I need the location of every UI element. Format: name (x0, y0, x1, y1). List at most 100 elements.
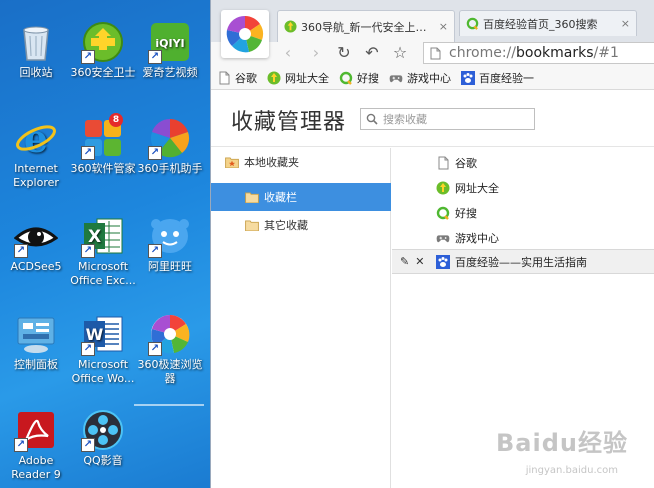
row-actions: ✎ ✕ (400, 255, 424, 268)
url-host: bookmarks (516, 45, 594, 61)
bookmark-bar-item[interactable]: 游戏中心 (389, 70, 451, 86)
back-button[interactable]: ‹ (277, 42, 299, 64)
desktop-icon-label: 360软件管家 (70, 162, 136, 175)
bookmark-bar-item[interactable]: 谷歌 (217, 70, 257, 86)
desktop-icon-label: 爱奇艺视频 (142, 66, 198, 79)
bookmark-manager-page: 收藏管理器 本地收藏夹 收藏栏 其它收藏 谷歌 (211, 91, 654, 488)
bookmark-row-hovered[interactable]: ✎ ✕ 百度经验——实用生活指南 (392, 249, 654, 274)
forward-button[interactable]: › (305, 42, 327, 64)
haosou-icon (339, 71, 353, 85)
desktop-icon-label: 控制面板 (14, 358, 58, 371)
bookmark-bar-label: 网址大全 (285, 71, 329, 85)
desktop-icon-360-phone-assistant[interactable]: ↗ 360手机助手 (134, 116, 206, 176)
tree-node-other-bookmarks[interactable]: 其它收藏 (211, 211, 391, 239)
desktop-icon-label: Microsoft Office Exc... (70, 260, 136, 287)
haosou-icon (436, 206, 450, 220)
tree-node-label: 本地收藏夹 (244, 156, 299, 169)
desktop-icon-iqiyi[interactable]: iQIYI ↗ 爱奇艺视频 (134, 20, 206, 80)
star-folder-icon (225, 156, 239, 168)
desktop-icon-word[interactable]: W ↗ Microsoft Office Wo... (67, 312, 139, 386)
acdsee-icon: ↗ (14, 214, 58, 258)
tab-360-nav[interactable]: 360导航_新一代安全上网导航 × (277, 10, 455, 42)
bookmark-bar-label: 好搜 (357, 71, 379, 85)
desktop-icon-acdsee[interactable]: ↗ ACDSee5 (0, 214, 72, 274)
shortcut-arrow-icon: ↗ (148, 50, 162, 64)
desktop-icon-360-safe[interactable]: ↗ 360安全卫士 (67, 20, 139, 80)
baidu-paw-icon (461, 70, 475, 85)
page-info-icon[interactable] (430, 47, 441, 60)
bookmark-manager-header: 收藏管理器 (211, 91, 654, 147)
bookmark-row[interactable]: 网址大全 (392, 175, 654, 200)
url-path: /#1 (593, 45, 619, 61)
update-count-badge: 8 (109, 113, 123, 127)
search-icon (366, 113, 378, 125)
desktop-icon-adobe-reader[interactable]: ↗ Adobe Reader 9 (0, 408, 72, 482)
internet-explorer-icon: e (14, 116, 58, 160)
desktop-icon-aliwangwang[interactable]: ↗ 阿里旺旺 (134, 214, 206, 274)
iqiyi-logo-text: iQIYI (155, 37, 184, 50)
tab-strip: 360导航_新一代安全上网导航 × 百度经验首页_360搜索 × (211, 0, 654, 58)
qq-player-icon: ↗ (81, 408, 125, 452)
undo-close-button[interactable]: ↶ (361, 42, 383, 64)
gamepad-icon (436, 234, 450, 242)
desktop-icon-internet-explorer[interactable]: e Internet Explorer (0, 116, 72, 190)
bookmark-star-button[interactable]: ☆ (389, 42, 411, 64)
desktop-icon-360-software-manager[interactable]: 8 ↗ 360软件管家 (67, 113, 139, 176)
tab-label: 360导航_新一代安全上网导航 (301, 20, 435, 34)
shortcut-arrow-icon: ↗ (81, 342, 95, 356)
watermark-url: jingyan.baidu.com (525, 465, 618, 476)
bookmark-bar-item[interactable]: 好搜 (339, 70, 379, 86)
desktop-icon-360-browser[interactable]: ↗ 360极速浏览器 (134, 312, 206, 386)
360-browser-logo-icon[interactable] (221, 10, 269, 58)
desktop-icon-recycle-bin[interactable]: 回收站 (0, 20, 72, 80)
desktop-icon-label: QQ影音 (83, 454, 123, 467)
360-phone-assistant-icon: ↗ (148, 116, 192, 160)
haosou-icon (466, 17, 479, 30)
tree-node-bookmarks-bar[interactable]: 收藏栏 (211, 183, 391, 211)
bookmark-row[interactable]: 游戏中心 (392, 225, 654, 250)
word-icon: W ↗ (81, 312, 125, 356)
bookmark-bar-label: 谷歌 (235, 71, 257, 85)
bookmark-bar-item[interactable]: 网址大全 (267, 70, 329, 86)
360-safe-icon: ↗ (81, 20, 125, 64)
bookmark-title: 百度经验——实用生活指南 (455, 255, 587, 269)
bookmark-title: 网址大全 (455, 181, 499, 195)
360-nav-icon (436, 181, 450, 194)
shortcut-arrow-icon: ↗ (148, 244, 162, 258)
folder-icon (245, 219, 259, 231)
desktop-icon-control-panel[interactable]: 控制面板 (0, 312, 72, 372)
desktop-icon-label: ACDSee5 (10, 260, 62, 273)
shortcut-arrow-icon: ↗ (81, 438, 95, 452)
desktop-icon-excel[interactable]: X ↗ Microsoft Office Exc... (67, 214, 139, 288)
address-url: chrome://bookmarks/#1 (449, 45, 619, 61)
desktop-icon-label: Internet Explorer (13, 162, 59, 189)
folder-tree: 本地收藏夹 收藏栏 其它收藏 (211, 148, 391, 488)
bookmark-row[interactable]: 谷歌 (392, 150, 654, 175)
address-bar[interactable]: chrome://bookmarks/#1 (423, 42, 654, 64)
bookmark-row[interactable]: 好搜 (392, 200, 654, 225)
desktop-icon-label: 360安全卫士 (70, 66, 136, 79)
bookmark-title: 好搜 (455, 206, 477, 220)
tree-node-local-bookmarks[interactable]: 本地收藏夹 (211, 148, 391, 176)
bookmark-search-box[interactable] (360, 108, 535, 130)
bookmark-bar-item[interactable]: 百度经验一 (461, 70, 534, 86)
edit-pencil-icon[interactable]: ✎ (400, 255, 409, 268)
360-nav-icon (284, 20, 297, 33)
tab-close-icon[interactable]: × (621, 17, 630, 30)
tree-node-label: 其它收藏 (264, 219, 308, 232)
tab-close-icon[interactable]: × (439, 20, 448, 33)
desktop-icon-qq-player[interactable]: ↗ QQ影音 (67, 408, 139, 468)
360-software-manager-icon: 8 ↗ (81, 113, 125, 160)
browser-window: 360导航_新一代安全上网导航 × 百度经验首页_360搜索 × ‹ › ↻ ↶… (210, 0, 654, 488)
reload-button[interactable]: ↻ (333, 42, 355, 64)
bookmark-bar-label: 游戏中心 (407, 71, 451, 85)
shortcut-arrow-icon: ↗ (14, 244, 28, 258)
shortcut-arrow-icon: ↗ (148, 146, 162, 160)
shortcut-arrow-icon: ↗ (14, 438, 28, 452)
desktop-icon-label: Microsoft Office Wo... (71, 358, 135, 385)
search-input[interactable] (383, 112, 523, 126)
360-nav-icon (267, 71, 281, 84)
page-title: 收藏管理器 (231, 110, 347, 135)
delete-x-icon[interactable]: ✕ (415, 255, 424, 268)
tab-baidu-jingyan[interactable]: 百度经验首页_360搜索 × (459, 10, 637, 36)
